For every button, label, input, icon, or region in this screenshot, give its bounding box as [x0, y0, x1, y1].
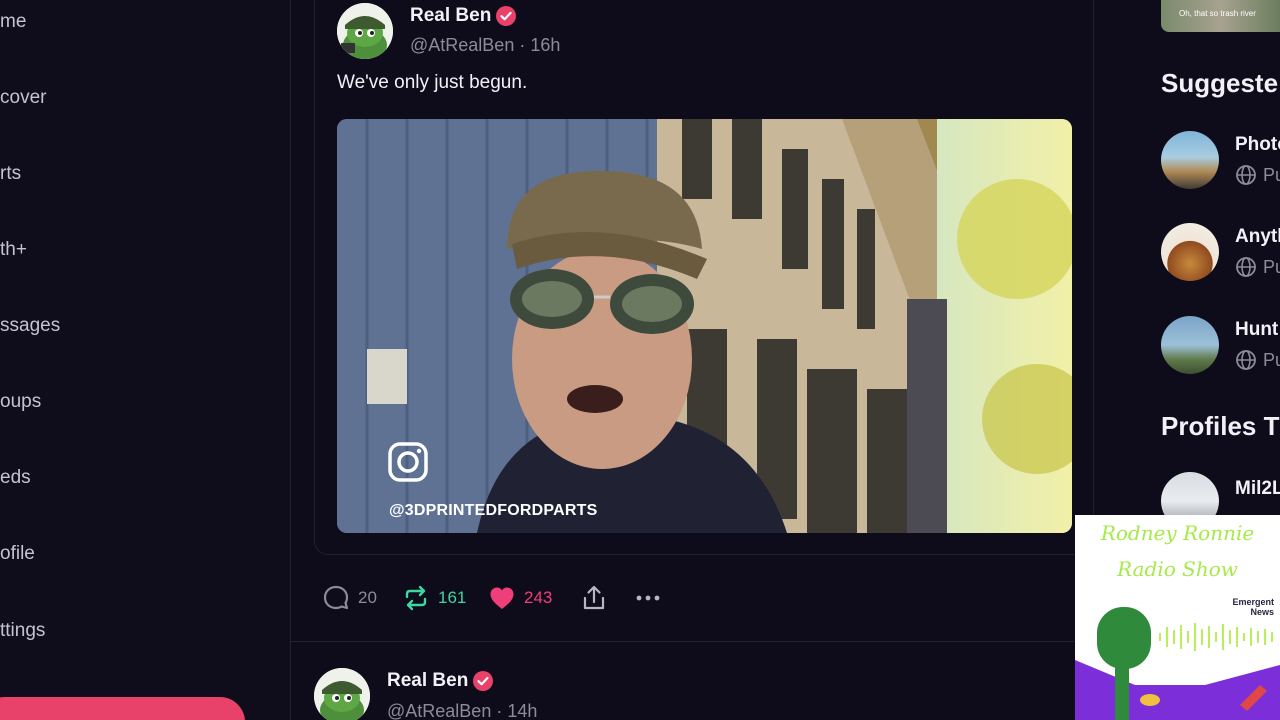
divider — [290, 0, 291, 720]
reply-icon — [323, 585, 349, 610]
group-name[interactable]: Anyth — [1235, 226, 1280, 248]
post-text: We've only just begun. — [337, 72, 528, 93]
group-avatar[interactable] — [1161, 316, 1219, 374]
left-nav: me cover rts th+ ssages oups eds ofile t… — [0, 0, 290, 720]
frog-avatar-icon — [337, 3, 393, 59]
nav-item-discover[interactable]: cover — [0, 87, 46, 109]
group-visibility: Pu — [1235, 164, 1280, 186]
share-button[interactable] — [580, 582, 608, 614]
heart-icon — [490, 587, 514, 609]
group-name[interactable]: Hunt — [1235, 319, 1278, 341]
profile-name[interactable]: Mil2L — [1235, 478, 1280, 500]
author-handle[interactable]: @AtRealBen · 14h — [387, 701, 537, 720]
reply-count: 20 — [358, 588, 377, 607]
post-divider — [291, 641, 1093, 642]
nav-item-profile[interactable]: ofile — [0, 543, 35, 565]
repost-count: 161 — [438, 588, 467, 607]
globe-icon — [1236, 165, 1256, 185]
more-options-button[interactable] — [634, 582, 662, 614]
group-visibility-label: Pu — [1263, 164, 1280, 185]
repost-button[interactable]: 161 — [402, 582, 466, 614]
verified-badge-icon — [496, 6, 516, 26]
compose-button[interactable] — [0, 697, 245, 720]
video-watermark: @3DPRINTEDFORDPARTS — [389, 502, 598, 519]
globe-icon — [1236, 350, 1256, 370]
nav-item-home[interactable]: me — [0, 11, 26, 33]
avatar[interactable] — [314, 668, 370, 720]
group-avatar[interactable] — [1161, 223, 1219, 281]
group-name[interactable]: Photo — [1235, 134, 1280, 156]
nav-item-groups[interactable]: oups — [0, 391, 41, 413]
video-frame — [337, 119, 1072, 533]
frog-avatar-icon — [314, 668, 370, 720]
author-name[interactable]: Real Ben — [410, 5, 491, 27]
author-name[interactable]: Real Ben — [387, 670, 468, 692]
nav-item-feeds[interactable]: eds — [0, 467, 31, 489]
nav-item-alerts[interactable]: rts — [0, 163, 21, 185]
thumbnail-caption: Oh, that so trash river — [1179, 9, 1256, 18]
author-handle[interactable]: @AtRealBen · 16h — [410, 35, 560, 56]
group-avatar[interactable] — [1161, 131, 1219, 189]
verified-badge-icon — [473, 671, 493, 691]
nav-item-truth-plus[interactable]: th+ — [0, 239, 27, 261]
group-visibility: Pu — [1235, 256, 1280, 278]
more-icon — [636, 595, 660, 601]
suggested-groups-title: Suggeste — [1161, 68, 1279, 98]
profiles-title: Profiles T — [1161, 411, 1280, 441]
nav-item-settings[interactable]: ttings — [0, 620, 45, 642]
avatar[interactable] — [337, 3, 393, 59]
group-visibility-label: Pu — [1263, 349, 1280, 370]
repost-icon — [405, 585, 427, 611]
video-player[interactable]: @3DPRINTEDFORDPARTS — [337, 119, 1072, 533]
globe-icon — [1236, 257, 1256, 277]
group-visibility: Pu — [1235, 349, 1280, 371]
microphone-waveform-graphic — [1075, 607, 1280, 720]
reply-button[interactable]: 20 — [322, 582, 377, 614]
like-button[interactable]: 243 — [488, 582, 552, 614]
like-count: 243 — [524, 588, 553, 607]
media-thumbnail[interactable]: Oh, that so trash river — [1161, 0, 1280, 32]
radio-show-overlay: Rodney Ronnie Radio Show Emergent News — [1075, 515, 1280, 720]
nav-item-messages[interactable]: ssages — [0, 315, 60, 337]
share-icon — [583, 585, 605, 610]
group-visibility-label: Pu — [1263, 256, 1280, 277]
